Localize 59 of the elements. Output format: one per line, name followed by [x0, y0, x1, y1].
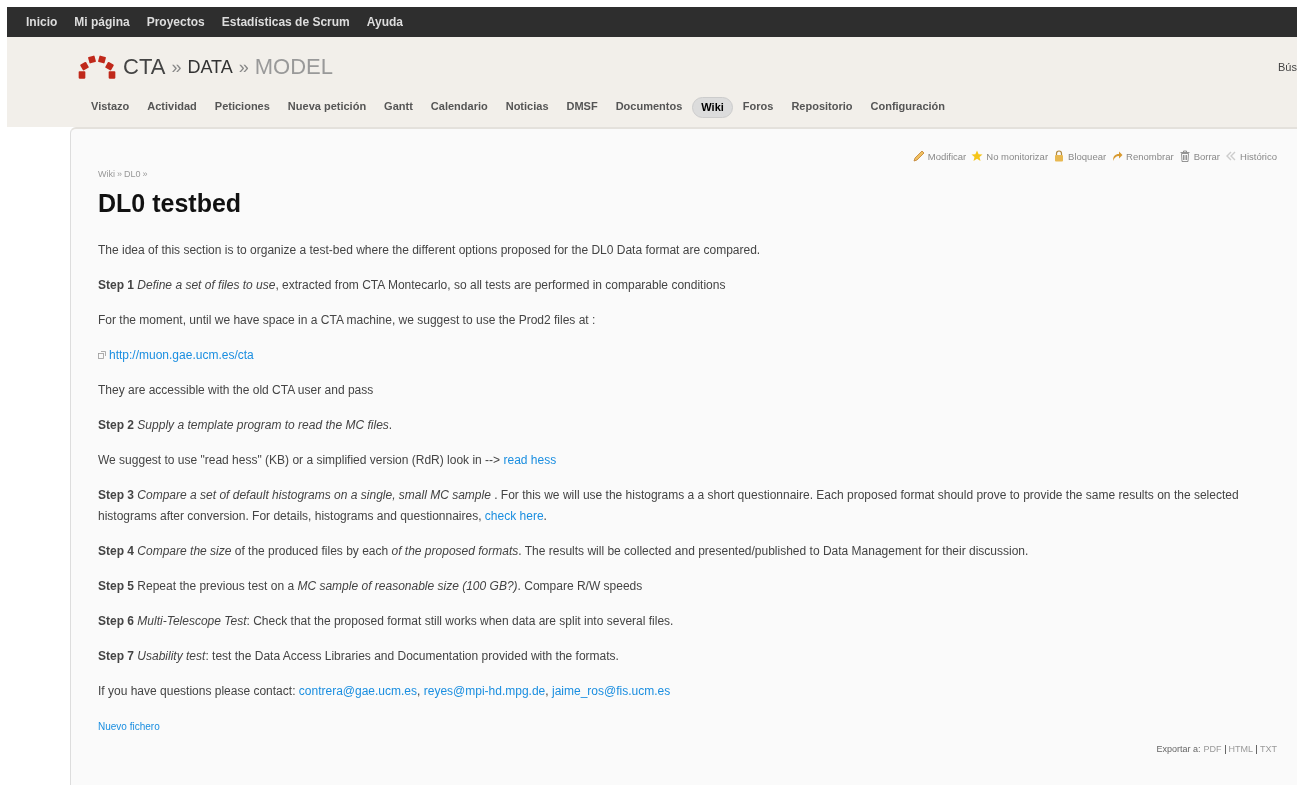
link[interactable]: read hess [503, 453, 557, 467]
tab[interactable]: Peticiones [206, 97, 278, 118]
breadcrumb-separator: » [171, 56, 182, 78]
top-menu-link[interactable]: Ayuda [366, 15, 403, 29]
tab[interactable]: DMSF [558, 97, 606, 118]
project-link[interactable]: CTA [123, 54, 166, 80]
tab[interactable]: Wiki [692, 97, 733, 118]
action-link[interactable]: Bloquear [1053, 150, 1107, 162]
tab[interactable]: Configuración [862, 97, 954, 118]
paragraph: We suggest to use "read hess" (KB) or a simplified version (RdR) look in --> read hess [98, 452, 558, 469]
paragraph: Step 3 Compare a set of default histograms on a single, small MC sample . For this we will use the histograms a a short questionnaire. Each proposed format should prove to provide the same results on the selected histograms after conversion. For details, histograms and questionnaires, check here. [98, 487, 1240, 525]
tab[interactable]: Vistazo [83, 97, 138, 118]
action-link[interactable]: Borrar [1178, 150, 1221, 162]
tab[interactable]: Documentos [607, 97, 691, 118]
external-link-icon [98, 351, 106, 359]
breadcrumb-separator: » [142, 169, 148, 179]
paragraph: Step 5 Repeat the previous test on a MC sample of reasonable size (100 GB?). Compare R/W speeds [98, 578, 644, 595]
paragraph: The idea of this section is to organize a test-bed where the different options proposed for the DL0 Data format are compared. [98, 242, 762, 259]
trash-icon [1178, 150, 1191, 162]
paragraph: If you have questions please contact: contrera@gae.ucm.es, reyes@mpi-hd.mpg.de, jaime_ros@fis.ucm.es [98, 683, 672, 700]
top-menu-link[interactable]: Mi página [74, 15, 130, 29]
tab[interactable]: Calendario [422, 97, 496, 118]
tab[interactable]: Nueva petición [279, 97, 375, 118]
link[interactable]: check here [484, 509, 544, 523]
tab[interactable]: Gantt [376, 97, 421, 118]
double-chevron-icon [1225, 150, 1238, 162]
top-menu-link[interactable]: Inicio [26, 15, 58, 29]
link[interactable]: jaime_ros@fis.ucm.es [551, 684, 671, 698]
new-file-link[interactable]: Nuevo fichero [98, 721, 160, 732]
export-label: Exportar a: [1156, 744, 1201, 754]
breadcrumb-separator: » [117, 169, 122, 179]
tab[interactable]: Actividad [139, 97, 205, 118]
lock-icon [1053, 150, 1066, 162]
paragraph: Step 6 Multi-Telescope Test: Check that the proposed format still works when data are split into several files. [98, 613, 675, 630]
tab[interactable]: Repositorio [783, 97, 861, 118]
subproject-link[interactable]: DATA [187, 56, 233, 78]
breadcrumb-separator: » [238, 56, 249, 78]
paragraph: For the moment, until we have space in a CTA machine, we suggest to use the Prod2 files at : [98, 312, 597, 329]
action-link[interactable]: Renombrar [1111, 150, 1174, 162]
action-link[interactable]: No monitorizar [971, 150, 1049, 162]
top-menu-link[interactable]: Estadísticas de Scrum [221, 15, 350, 29]
action-link[interactable]: Histórico [1225, 150, 1277, 162]
action-link[interactable]: Modificar [912, 150, 967, 162]
star-icon [971, 150, 984, 162]
page-title: DL0 testbed [98, 189, 243, 218]
tab[interactable]: Foros [734, 97, 782, 118]
paragraph: Step 1 Define a set of files to use, extracted from CTA Montecarlo, so all tests are performed in comparable conditions [98, 277, 727, 294]
tab[interactable]: Noticias [497, 97, 557, 118]
paragraph: Step 4 Compare the size of the produced files by each of the proposed formats. The results will be collected and presented/published to Data Management for their discussion. [98, 543, 1030, 560]
project-title: MODEL [254, 54, 333, 80]
top-menu-link[interactable]: Proyectos [146, 15, 205, 29]
external-link[interactable]: http://muon.gae.ucm.es/cta [98, 348, 254, 362]
paragraph: Step 2 Supply a template program to read the MC files. [98, 417, 394, 434]
search-label: Bús [1278, 61, 1297, 73]
paragraph: Step 7 Usability test: test the Data Access Libraries and Documentation provided with the formats. [98, 648, 620, 665]
curved-arrow-icon [1111, 150, 1124, 162]
paragraph: They are accessible with the old CTA user and pass [98, 382, 375, 399]
pencil-icon [912, 150, 925, 162]
arch-logo-icon [77, 54, 117, 80]
